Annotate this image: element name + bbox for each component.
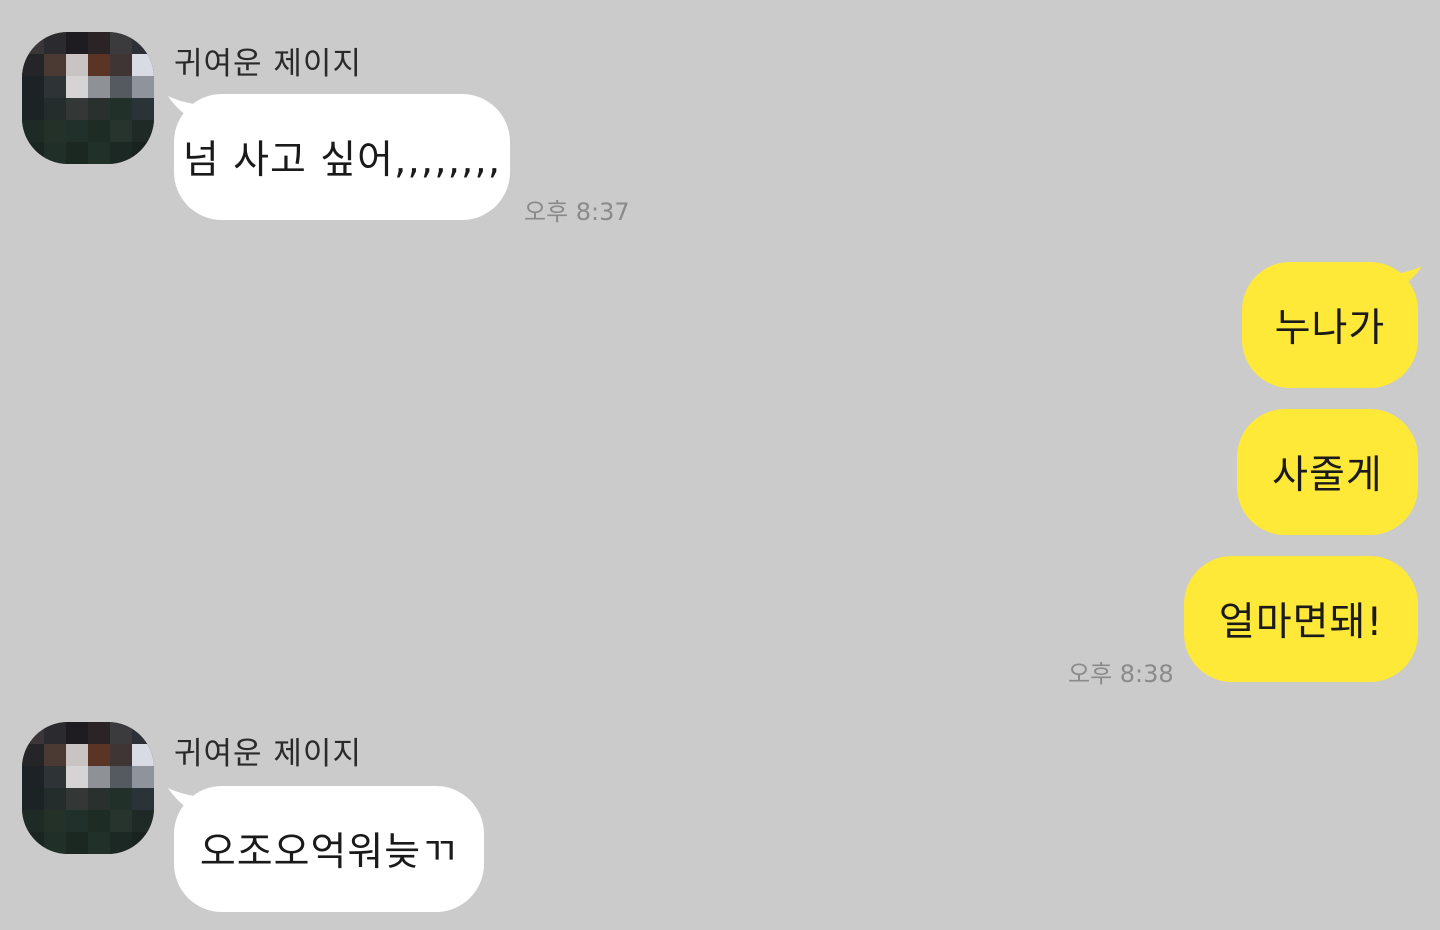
sender-avatar[interactable] — [22, 722, 154, 854]
outgoing-message-bubble[interactable]: 얼마면돼! — [1184, 556, 1418, 682]
incoming-message-bubble[interactable]: 오조오억워늦ㄲ — [174, 786, 484, 912]
incoming-message-bubble[interactable]: 넘 사고 싶어,,,,,,,, — [174, 94, 510, 220]
outgoing-message-bubble[interactable]: 사줄게 — [1237, 409, 1418, 535]
avatar-photo-icon — [22, 722, 154, 854]
message-timestamp: 오후 8:38 — [1068, 660, 1174, 688]
avatar-photo-icon — [22, 32, 154, 164]
sender-avatar[interactable] — [22, 32, 154, 164]
sender-name: 귀여운 제이지 — [174, 736, 362, 772]
message-timestamp: 오후 8:37 — [524, 198, 630, 226]
sender-name: 귀여운 제이지 — [174, 46, 362, 82]
outgoing-message-bubble[interactable]: 누나가 — [1242, 262, 1418, 388]
